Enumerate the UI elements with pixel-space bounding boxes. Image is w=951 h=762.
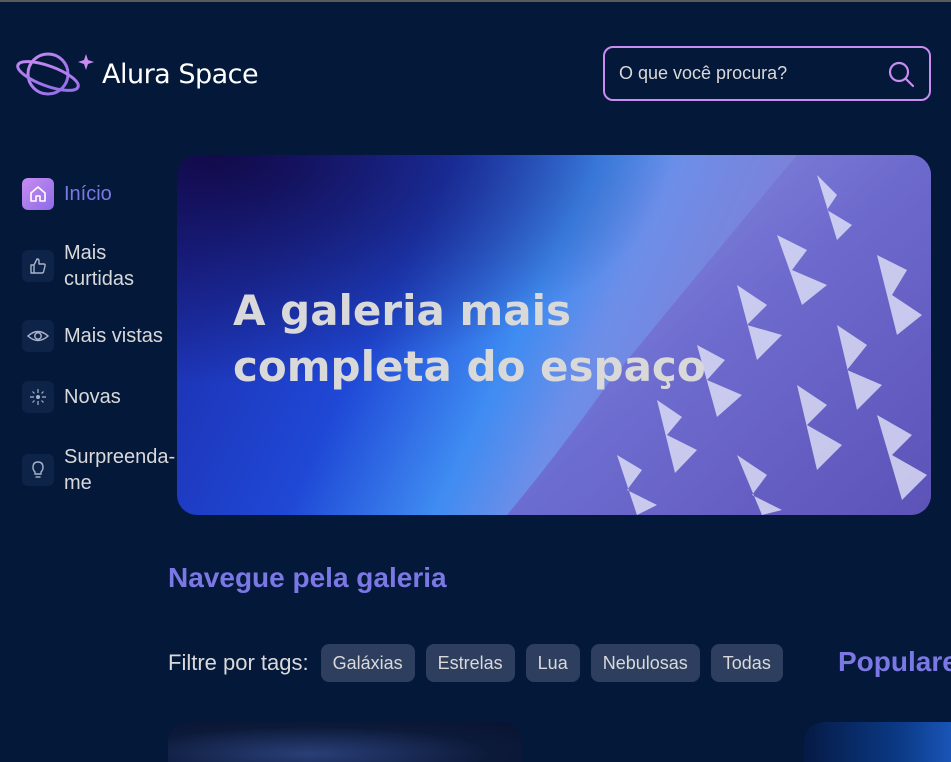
home-icon xyxy=(22,178,54,210)
logo[interactable]: Alura Space xyxy=(14,46,259,102)
sidebar-item-label: Surpreenda-me xyxy=(64,446,176,494)
tag-estrelas[interactable]: Estrelas xyxy=(425,644,515,682)
popular-section-title: Populares xyxy=(838,646,951,677)
tag-nebulosas[interactable]: Nebulosas xyxy=(590,644,700,682)
lightbulb-icon xyxy=(22,454,54,486)
logo-text: Alura Space xyxy=(102,58,259,90)
sidebar-item-mais-vistas[interactable]: Mais vistas xyxy=(22,320,182,352)
search-box[interactable] xyxy=(603,46,931,101)
sidebar-item-label: Início xyxy=(64,183,112,205)
sparkle-icon xyxy=(22,381,54,413)
planet-logo-icon xyxy=(16,52,94,96)
sidebar-item-surpreenda-me[interactable]: Surpreenda-me xyxy=(22,444,182,496)
hero-banner: A galeria mais completa do espaço xyxy=(177,155,931,515)
gallery-image-thumbnail[interactable] xyxy=(168,722,522,762)
sidebar-item-label: Novas xyxy=(64,386,121,408)
sidebar-item-inicio[interactable]: Início xyxy=(22,178,182,210)
eye-icon xyxy=(22,320,54,352)
tag-filter-bar: Filtre por tags: Galáxias Estrelas Lua N… xyxy=(168,644,794,682)
window-top-border xyxy=(0,0,951,2)
tag-galaxias[interactable]: Galáxias xyxy=(320,644,415,682)
sidebar-item-novas[interactable]: Novas xyxy=(22,381,182,413)
popular-image-thumbnail[interactable] xyxy=(804,722,951,762)
gallery-section-title: Navegue pela galeria xyxy=(168,562,447,593)
sidebar-item-mais-curtidas[interactable]: Mais curtidas xyxy=(22,240,182,292)
tag-lua[interactable]: Lua xyxy=(525,644,580,682)
tag-filter-label: Filtre por tags: xyxy=(168,650,309,675)
sidebar-item-label: Mais vistas xyxy=(64,325,163,347)
banner-title: A galeria mais completa do espaço xyxy=(233,286,706,391)
search-input[interactable] xyxy=(619,63,887,84)
sidebar-item-label: Mais curtidas xyxy=(64,242,135,290)
search-icon[interactable] xyxy=(887,60,915,88)
tag-todas[interactable]: Todas xyxy=(710,644,783,682)
thumbs-up-icon xyxy=(22,250,54,282)
